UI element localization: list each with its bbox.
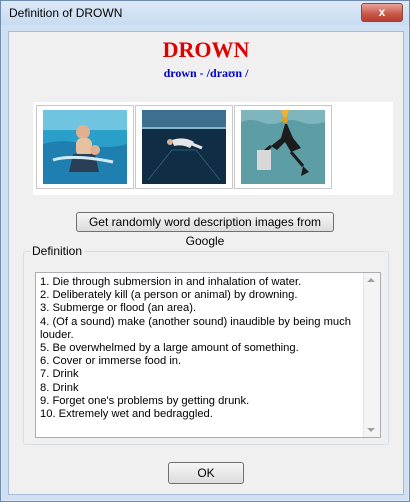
scroll-down-arrow-icon[interactable] bbox=[367, 428, 375, 432]
pronunciation-text: drown - /draʊn / bbox=[163, 66, 249, 80]
definition-item: 9. Forget one's problems by getting drun… bbox=[40, 394, 250, 407]
definition-item: 5. Be overwhelmed by a large amount of s… bbox=[40, 342, 299, 355]
close-icon: x bbox=[378, 5, 386, 19]
title-bar[interactable]: Definition of DROWN x bbox=[1, 1, 409, 25]
definition-item: 8. Drink bbox=[40, 381, 79, 394]
definition-groupbox: Definition 1. Die through submersion in … bbox=[23, 244, 389, 445]
definition-item: 6. Cover or immerse food in. bbox=[40, 355, 182, 368]
google-images-button[interactable]: Get randomly word description images fro… bbox=[76, 212, 334, 248]
vertical-scrollbar[interactable] bbox=[363, 273, 380, 437]
word-heading: DROWN bbox=[162, 37, 250, 62]
scroll-up-arrow-icon[interactable] bbox=[367, 278, 375, 282]
definition-item: 4. (Of a sound) make (another sound) ina… bbox=[40, 315, 351, 341]
swimming-pool-photo-icon bbox=[43, 110, 127, 184]
ok-button[interactable]: OK bbox=[168, 462, 244, 484]
image-thumbnail-1[interactable] bbox=[36, 105, 134, 189]
image-thumbnail-2[interactable] bbox=[135, 105, 233, 189]
image-strip bbox=[33, 102, 393, 195]
definition-label: Definition bbox=[30, 244, 85, 258]
dialog-client-area: DROWN drown - /draʊn / Get randomly word… bbox=[8, 31, 404, 495]
definition-item: 10. Extremely wet and bedraggled. bbox=[40, 408, 213, 421]
definition-item: 2. Deliberately kill (a person or animal… bbox=[40, 289, 298, 302]
dialog-window: Definition of DROWN x DROWN drown - /dra… bbox=[0, 0, 410, 502]
definition-item: 3. Submerge or flood (an area). bbox=[40, 302, 197, 315]
window-title: Definition of DROWN bbox=[9, 6, 123, 20]
definition-item: 1. Die through submersion in and inhalat… bbox=[40, 276, 302, 288]
drowning-illustration-icon bbox=[241, 110, 325, 184]
image-thumbnail-3[interactable] bbox=[234, 105, 332, 189]
definition-list: 1. Die through submersion in and inhalat… bbox=[36, 273, 360, 421]
close-button[interactable]: x bbox=[361, 3, 403, 22]
definition-textbox[interactable]: 1. Die through submersion in and inhalat… bbox=[35, 272, 381, 438]
definition-item: 7. Drink bbox=[40, 368, 79, 381]
underwater-photo-icon bbox=[142, 110, 226, 184]
